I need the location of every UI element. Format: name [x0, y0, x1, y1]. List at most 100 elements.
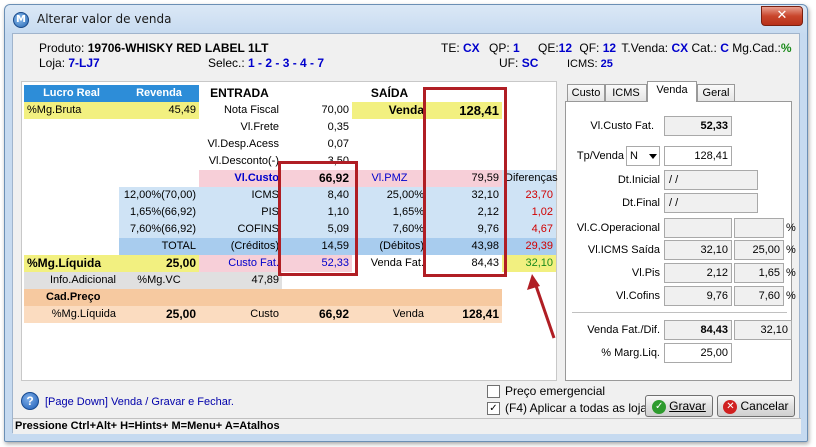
vl-c-operacional-field[interactable]: [664, 218, 732, 238]
cad-preco-band: [119, 289, 502, 306]
vl-pis-field: 2,12: [664, 263, 732, 283]
venda-fat-dif-label: Venda Fat./Dif.: [587, 324, 660, 336]
info-adicional-label: Info.Adicional: [24, 272, 119, 289]
vl-custo-fat-label: Vl.Custo Fat.: [590, 120, 654, 132]
revenda-header: Revenda: [119, 85, 199, 102]
pis-dif: 1,02: [502, 204, 556, 221]
mgcad-value: %: [780, 41, 792, 55]
selec-value: 1 - 2 - 3 - 4 - 7: [248, 56, 325, 70]
te-value: CX: [463, 41, 480, 55]
qe-value: 12: [558, 41, 573, 55]
tab-custo[interactable]: Custo: [567, 84, 605, 101]
total-dif: 29,39: [502, 238, 556, 255]
cad-venda-label: Venda: [352, 306, 427, 323]
loja-value: 7-LJ7: [68, 56, 100, 70]
lucro-real-header: Lucro Real: [24, 85, 119, 102]
te-label: TE:: [441, 41, 460, 55]
icms-line: ICMS: 25: [567, 58, 613, 70]
dt-final-field[interactable]: / /: [664, 193, 758, 213]
vl-custo-label: Vl.Custo: [199, 170, 282, 187]
dt-inicial-label: Dt.Inicial: [617, 174, 660, 186]
icms-label: ICMS:: [567, 58, 598, 70]
cancelar-label: Cancelar: [740, 399, 789, 413]
vl-c-operacional-label: Vl.C.Operacional: [576, 222, 660, 234]
icms-pct: 25,00%: [352, 187, 427, 204]
dt-inicial-field[interactable]: / /: [664, 170, 758, 190]
venda-tab-body: Vl.Custo Fat. 52,33 Tp/Venda N 128,41 Dt…: [565, 101, 796, 381]
vl-frete-value: 0,35: [327, 121, 349, 133]
vl-cofins-pct-field: 7,60: [734, 286, 784, 306]
help-icon[interactable]: ?: [21, 392, 39, 410]
cat-label: Cat.:: [691, 41, 717, 55]
total-row-label: (Créditos): [199, 238, 282, 255]
cad-custo-label: Custo: [199, 306, 282, 323]
dialog-window: M Alterar valor de venda ✕ Produto: 1970…: [4, 4, 808, 442]
cofins-dif: 4,67: [502, 221, 556, 238]
vl-cofins-label: Vl.Cofins: [615, 290, 660, 302]
tp-venda-amount-field[interactable]: 128,41: [664, 146, 732, 166]
tp-venda-label: Tp/Venda: [576, 150, 624, 162]
red-arrow-icon: [527, 274, 556, 339]
cancelar-button[interactable]: ✕ Cancelar: [717, 395, 795, 417]
entrada-header: ENTRADA: [210, 86, 269, 100]
cofins-row-label: COFINS: [199, 221, 282, 238]
tab-geral[interactable]: Geral: [697, 84, 735, 101]
vl-c-operacional-pct-field[interactable]: [734, 218, 784, 238]
close-button[interactable]: ✕: [761, 6, 803, 26]
dialog-body: Produto: 19706-WHISKY RED LABEL 1LT Loja…: [12, 33, 801, 434]
vl-custo-fat-field: 52,33: [664, 116, 732, 136]
mg-vc-value: 47,89: [199, 272, 282, 289]
cofins-base: 7,60%(66,92): [119, 221, 199, 238]
vl-pmz-label: Vl.PMZ: [352, 170, 427, 187]
gravar-label: Gravar: [669, 399, 706, 413]
nota-fiscal-value: 70,00: [321, 104, 349, 116]
cofins-pct: 7,60%: [352, 221, 427, 238]
app-logo-icon: M: [13, 12, 29, 28]
venda-fat-dif-field: 84,43: [664, 320, 732, 340]
venda-fat-label: Venda Fat.: [370, 257, 424, 269]
tvenda-value: CX: [671, 41, 689, 55]
selec-line: Selec.: 1 - 2 - 3 - 4 - 7: [208, 56, 324, 70]
total-base: TOTAL: [119, 238, 199, 255]
cad-custo-value: 66,92: [282, 306, 352, 323]
title-bar[interactable]: M Alterar valor de venda ✕: [5, 5, 807, 33]
mg-liquida-value[interactable]: 25,00: [119, 255, 199, 272]
cad-mg-label: %Mg.Líquida: [24, 306, 119, 323]
venda-label: Venda: [352, 102, 427, 119]
tp-venda-select[interactable]: N: [626, 146, 660, 166]
icms-value: 25: [600, 58, 613, 70]
vl-pis-pct-field: 1,65: [734, 263, 784, 283]
uf-label: UF:: [499, 56, 519, 70]
mgcad-label: Mg.Cad.:: [732, 41, 781, 55]
gravar-button[interactable]: ✓ Gravar: [645, 395, 713, 417]
preco-emergencial-checkbox[interactable]: [487, 385, 500, 398]
percent-sign: %: [786, 290, 796, 302]
tab-venda[interactable]: Venda: [647, 81, 697, 102]
aplicar-todas-checkbox[interactable]: ✓: [487, 402, 500, 415]
cat-value: C: [720, 41, 729, 55]
vl-icms-saida-pct-field: 25,00: [734, 240, 784, 260]
vl-cofins-field: 9,76: [664, 286, 732, 306]
vl-icms-saida-label: Vl.ICMS Saída: [587, 244, 660, 256]
vl-desp-label: Vl.Desp.Acess: [207, 138, 279, 150]
dt-final-label: Dt.Final: [622, 197, 660, 209]
chevron-down-icon[interactable]: [649, 154, 657, 159]
venda-fat-dif-field-2: 32,10: [734, 320, 792, 340]
qp-label: QP:: [489, 41, 510, 55]
cad-preco-label: Cad.Preço: [24, 289, 119, 306]
marg-liq-field[interactable]: 25,00: [664, 343, 732, 363]
tab-icms[interactable]: ICMS: [605, 84, 647, 101]
pis-base: 1,65%(66,92): [119, 204, 199, 221]
tp-venda-selected: N: [630, 150, 638, 162]
te-qp-line: TE: CX QP: 1: [441, 41, 520, 55]
mg-bruta-value[interactable]: 45,49: [119, 102, 199, 119]
qf-value: 12: [602, 41, 617, 55]
mg-vc-label: %Mg.VC: [119, 272, 199, 289]
tvenda-label: T.Venda:: [621, 41, 669, 55]
produto-value: 19706-WHISKY RED LABEL 1LT: [87, 41, 269, 55]
vl-pis-label: Vl.Pis: [631, 267, 660, 279]
vl-desp-value: 0,07: [327, 138, 349, 150]
vl-icms-saida-field: 32,10: [664, 240, 732, 260]
aplicar-todas-label: (F4) Aplicar a todas as lojas.: [505, 401, 657, 415]
side-tab-panel: Custo ICMS Venda Geral Vl.Custo Fat. 52,…: [565, 81, 796, 381]
